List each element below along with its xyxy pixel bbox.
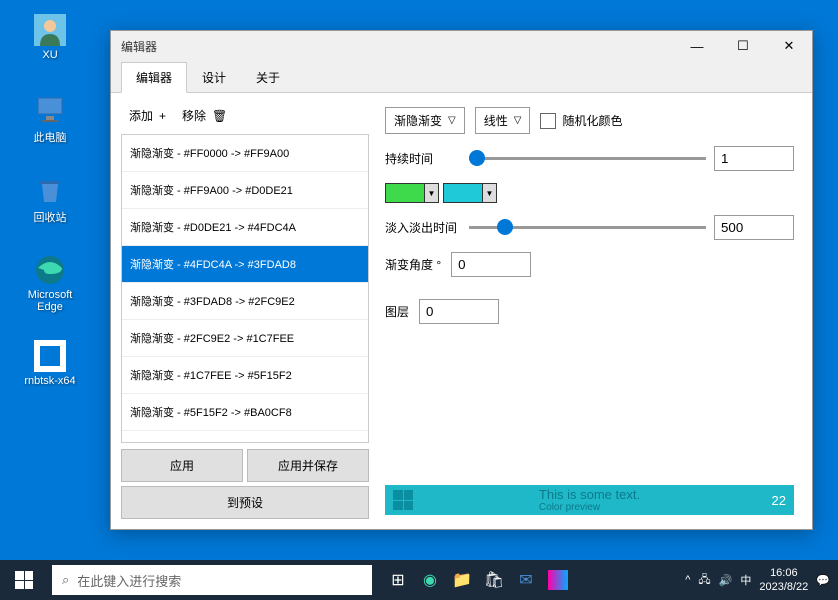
add-button[interactable]: 添加+ [129,107,166,124]
apply-button[interactable]: 应用 [121,449,243,482]
explorer-taskbar-icon[interactable]: 📁 [448,566,476,594]
fade-label: 淡入淡出时间 [385,219,461,236]
search-box[interactable]: ⌕ 在此键入进行搜索 [52,565,372,595]
edge-icon [34,254,66,286]
randomize-checkbox[interactable]: 随机化颜色 [540,112,622,129]
list-item[interactable]: 渐隐渐变 - #D0DE21 -> #4FDC4A [122,209,368,246]
remove-button[interactable]: 移除🗑 [182,107,227,124]
tab-bar: 编辑器 设计 关于 [111,61,812,93]
list-item[interactable]: 渐隐渐变 - #2FC9E2 -> #1C7FEE [122,320,368,357]
editor-window: 编辑器 — ☐ ✕ 编辑器 设计 关于 添加+ 移除🗑 渐隐渐变 - #FF00… [110,30,813,530]
chevron-down-icon: ▽ [448,115,456,126]
trash-icon: 🗑 [212,109,227,123]
tab-editor[interactable]: 编辑器 [121,62,187,93]
color1-picker[interactable]: ▼ [385,183,439,203]
network-icon[interactable]: 🖧 [698,571,710,590]
tab-design[interactable]: 设计 [187,62,241,93]
desktop-icon-recyclebin[interactable]: 回收站 [20,174,80,225]
chevron-down-icon: ▼ [482,184,496,202]
apply-save-button[interactable]: 应用并保存 [247,449,369,482]
angle-input[interactable] [451,252,531,277]
search-icon: ⌕ [62,572,69,588]
chevron-down-icon: ▽ [514,115,522,126]
store-taskbar-icon[interactable]: 🛍 [480,566,508,594]
taskbar: ⌕ 在此键入进行搜索 ⊞ ◉ 📁 🛍 ✉ ^ 🖧 🔊 中 16:06 2023/… [0,560,838,600]
windows-logo-icon [393,490,413,510]
clock[interactable]: 16:06 2023/8/22 [759,566,808,595]
tray-chevron-icon[interactable]: ^ [685,574,690,586]
list-item[interactable]: 渐隐渐变 - #FF9A00 -> #D0DE21 [122,172,368,209]
to-preset-button[interactable]: 到预设 [121,486,369,519]
ime-indicator[interactable]: 中 [740,572,751,588]
user-icon [34,14,66,46]
checkbox-icon [540,113,556,129]
windows-logo-icon [15,571,33,589]
window-title: 编辑器 [121,38,674,55]
gradient-list[interactable]: 渐隐渐变 - #FF0000 -> #FF9A00 渐隐渐变 - #FF9A00… [121,134,369,443]
gradient-type-dropdown[interactable]: 渐隐渐变▽ [385,107,465,134]
start-button[interactable] [0,560,48,600]
close-button[interactable]: ✕ [766,31,812,61]
list-item[interactable]: 渐隐渐变 - #3FDAD8 -> #2FC9E2 [122,283,368,320]
titlebar[interactable]: 编辑器 — ☐ ✕ [111,31,812,61]
app-taskbar-icon[interactable] [544,566,572,594]
duration-input[interactable] [714,146,794,171]
maximize-button[interactable]: ☐ [720,31,766,61]
mail-taskbar-icon[interactable]: ✉ [512,566,540,594]
duration-slider[interactable] [469,157,706,160]
left-panel: 添加+ 移除🗑 渐隐渐变 - #FF0000 -> #FF9A00 渐隐渐变 -… [121,103,369,519]
desktop-icon-user[interactable]: XU [20,14,80,61]
layer-input[interactable] [419,299,499,324]
desktop-icon-app[interactable]: rnbtsk-x64 [20,340,80,387]
color2-picker[interactable]: ▼ [443,183,497,203]
pc-icon [34,94,66,126]
right-panel: 渐隐渐变▽ 线性▽ 随机化颜色 持续时间 ▼ ▼ 淡入淡出时间 [377,103,802,519]
list-item[interactable]: 渐隐渐变 - #1C7FEE -> #5F15F2 [122,357,368,394]
notification-icon[interactable]: 💬 [816,574,830,587]
app-icon [34,340,66,372]
minimize-button[interactable]: — [674,31,720,61]
chevron-down-icon: ▼ [424,184,438,202]
plus-icon: + [159,109,166,123]
desktop-icon-edge[interactable]: Microsoft Edge [20,254,80,313]
curve-dropdown[interactable]: 线性▽ [475,107,531,134]
desktop-icon-thispc[interactable]: 此电脑 [20,94,80,145]
list-item[interactable]: 渐隐渐变 - #FF0000 -> #FF9A00 [122,135,368,172]
preview-bar: This is some text. Color preview 22 [385,485,794,515]
angle-label: 渐变角度 ° [385,256,441,273]
edge-taskbar-icon[interactable]: ◉ [416,566,444,594]
duration-label: 持续时间 [385,150,461,167]
list-item[interactable]: 渐隐渐变 - #4FDC4A -> #3FDAD8 [122,246,368,283]
layer-label: 图层 [385,303,409,320]
taskview-icon[interactable]: ⊞ [384,566,412,594]
list-item[interactable]: 渐隐渐变 - #5F15F2 -> #BA0CF8 [122,394,368,431]
trash-icon [34,174,66,206]
fade-slider[interactable] [469,226,706,229]
fade-input[interactable] [714,215,794,240]
volume-icon[interactable]: 🔊 [719,574,733,587]
tab-about[interactable]: 关于 [241,62,295,93]
